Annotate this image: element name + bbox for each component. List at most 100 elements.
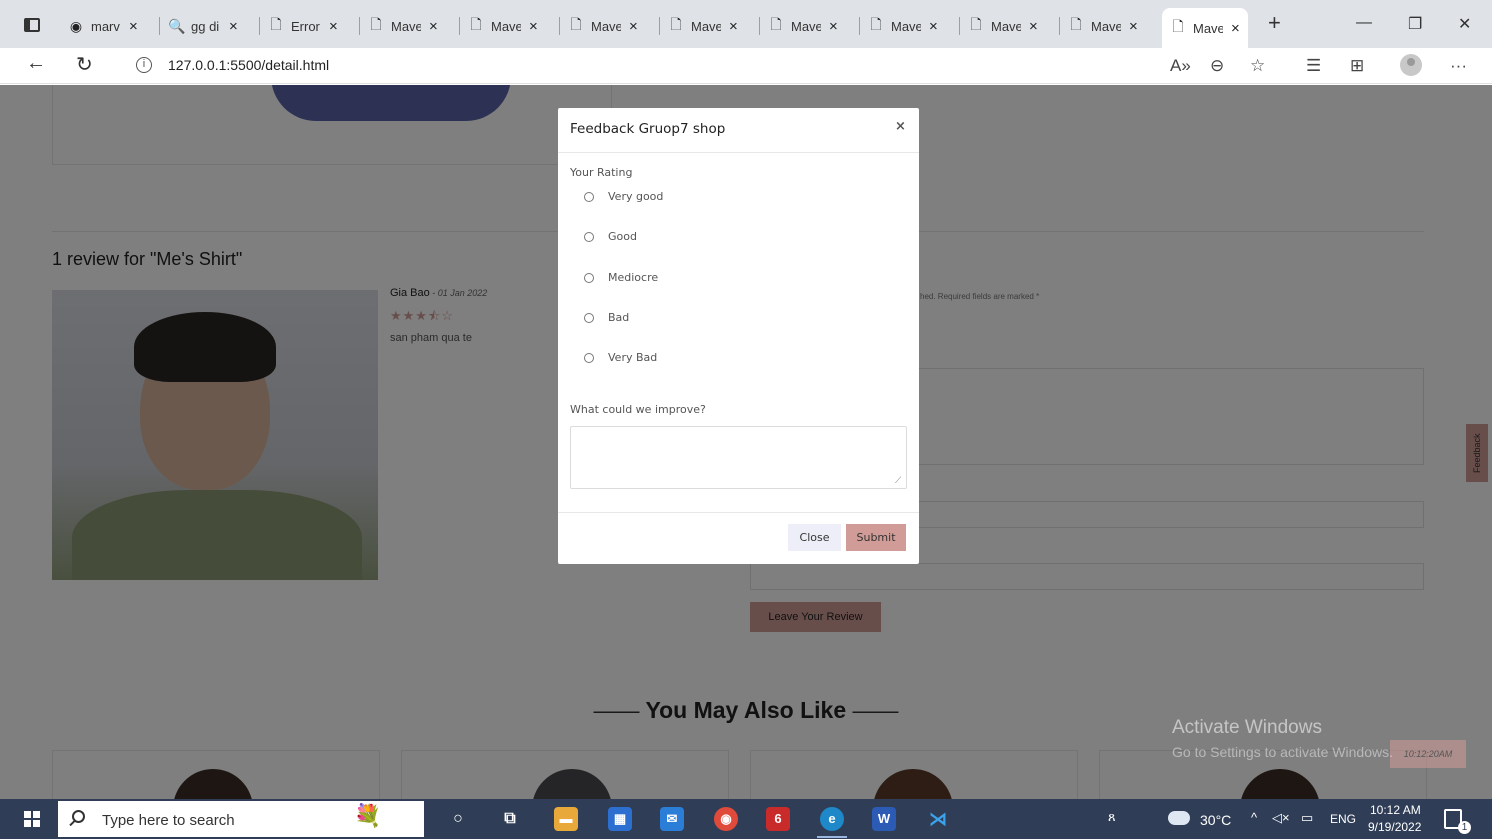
tab-close-icon[interactable]: × (229, 18, 238, 35)
rating-label: Your Rating (570, 166, 633, 179)
browser-tab[interactable]: 🗋 Mave × (659, 10, 746, 42)
rating-option-good[interactable]: Good (584, 230, 637, 243)
weather-temperature[interactable]: 30°C (1200, 812, 1231, 828)
improve-textarea[interactable] (570, 426, 907, 489)
tab-close-icon[interactable]: × (429, 18, 438, 35)
windows-start-icon[interactable] (24, 811, 40, 827)
tab-close-icon[interactable]: × (829, 18, 838, 35)
browser-tab[interactable]: 🗋 Mave × (1059, 10, 1146, 42)
tab-close-icon[interactable]: × (1231, 20, 1240, 37)
file-explorer-icon[interactable]: ▬ (554, 807, 578, 831)
browser-tab-bar: ◉ marv × 🔍 gg di × 🗋 Error × 🗋 Mave × 🗋 Mave × 🗋 Mave × 🗋 M… (0, 0, 1492, 48)
radio-button[interactable] (584, 191, 594, 202)
task-view-icon[interactable]: ⧉ (498, 807, 522, 831)
modal-close-icon[interactable]: × (895, 119, 906, 134)
taskbar-date[interactable]: 9/19/2022 (1368, 820, 1421, 834)
tab-close-icon[interactable]: × (629, 18, 638, 35)
tab-close-icon[interactable]: × (1129, 18, 1138, 35)
radio-button[interactable] (584, 312, 594, 323)
tab-separator (359, 17, 360, 35)
browser-tab[interactable]: 🗋 Mave × (759, 10, 846, 42)
cortana-icon[interactable]: ○ (446, 807, 470, 831)
more-menu-icon[interactable]: ··· (1450, 56, 1467, 76)
rating-option-bad[interactable]: Bad (584, 311, 629, 324)
battery-icon[interactable]: ▭ (1301, 810, 1313, 826)
tab-separator (859, 17, 860, 35)
tab-label: Mave (1193, 20, 1223, 36)
site-info-icon[interactable]: i (136, 57, 152, 73)
word-icon[interactable]: W (872, 807, 896, 831)
radio-label: Very Bad (608, 351, 658, 364)
rating-option-very-good[interactable]: Very good (584, 190, 663, 203)
favorites-list-icon[interactable]: ☰ (1306, 56, 1321, 76)
browser-tab[interactable]: 🔍 gg di × (159, 10, 246, 42)
favorite-star-icon[interactable]: ☆ (1250, 56, 1265, 76)
radio-button[interactable] (584, 352, 594, 363)
language-indicator[interactable]: ENG (1330, 812, 1356, 826)
tab-close-icon[interactable]: × (929, 18, 938, 35)
close-window-button[interactable]: ✕ (1458, 14, 1471, 34)
read-aloud-icon[interactable]: A» (1170, 56, 1191, 76)
rating-option-mediocre[interactable]: Mediocre (584, 271, 658, 284)
tab-separator (559, 17, 560, 35)
tab-close-icon[interactable]: × (329, 18, 338, 35)
tab-separator (1059, 17, 1060, 35)
zoom-icon[interactable]: ⊖ (1210, 56, 1224, 76)
radio-label: Very good (608, 190, 664, 203)
close-button[interactable]: Close (788, 524, 841, 551)
volume-muted-icon[interactable]: ◁× (1272, 810, 1290, 826)
mail-icon[interactable]: ✉ (660, 807, 684, 831)
taskbar-search-box[interactable]: Type here to search 💐 (58, 801, 424, 837)
show-hidden-icons-icon[interactable]: ^ (1251, 810, 1257, 825)
people-icon[interactable]: ጸ (1108, 809, 1116, 825)
activate-windows-title: Activate Windows (1172, 717, 1322, 738)
tab-actions-icon[interactable] (24, 18, 40, 32)
notification-count-badge: 1 (1458, 821, 1471, 834)
tab-separator (959, 17, 960, 35)
new-tab-button[interactable]: + (1268, 10, 1281, 36)
store-icon[interactable]: ▦ (608, 807, 632, 831)
address-bar-url[interactable]: 127.0.0.1:5500/detail.html (168, 57, 329, 73)
tab-close-icon[interactable]: × (529, 18, 538, 35)
browser-tab[interactable]: 🗋 Mave × (1162, 8, 1248, 48)
browser-tab[interactable]: 🗋 Error × (259, 10, 346, 42)
rating-option-very-bad[interactable]: Very Bad (584, 351, 657, 364)
taskbar-search-placeholder: Type here to search (102, 812, 235, 829)
tab-separator (259, 17, 260, 35)
back-arrow-icon[interactable]: ← (26, 52, 46, 75)
tab-close-icon[interactable]: × (729, 18, 738, 35)
radio-button[interactable] (584, 272, 594, 283)
tab-separator (159, 17, 160, 35)
page-icon: 🗋 (770, 16, 782, 32)
browser-tab[interactable]: ◉ marv × (60, 10, 146, 42)
weather-icon[interactable] (1168, 811, 1190, 825)
submit-button[interactable]: Submit (846, 524, 906, 551)
page-icon: 🗋 (970, 16, 982, 32)
active-app-indicator (817, 836, 847, 838)
restore-button[interactable]: ❐ (1408, 14, 1422, 34)
tab-label: Mave (491, 18, 521, 34)
garena-icon[interactable]: 6 (766, 807, 790, 831)
page-icon: 🗋 (270, 16, 282, 32)
taskbar-time[interactable]: 10:12 AM (1370, 803, 1421, 817)
browser-tab[interactable]: 🗋 Mave × (959, 10, 1046, 42)
chrome-icon[interactable]: ◉ (714, 807, 738, 831)
collections-icon[interactable]: ⊞ (1350, 56, 1364, 76)
refresh-icon[interactable]: ↻ (76, 52, 93, 77)
tab-separator (659, 17, 660, 35)
browser-tab[interactable]: 🗋 Mave × (359, 10, 446, 42)
vscode-icon[interactable]: ⋊ (926, 807, 950, 831)
minimize-button[interactable]: — (1356, 14, 1372, 32)
profile-avatar-icon[interactable] (1400, 54, 1422, 76)
edge-icon[interactable]: e (820, 807, 844, 831)
page-icon: 🗋 (470, 16, 482, 32)
radio-button[interactable] (584, 231, 594, 242)
browser-tab[interactable]: 🗋 Mave × (859, 10, 946, 42)
tab-label: marv (91, 18, 120, 34)
tab-close-icon[interactable]: × (1029, 18, 1038, 35)
browser-tab[interactable]: 🗋 Mave × (559, 10, 646, 42)
tab-label: gg di (191, 18, 220, 34)
browser-tab[interactable]: 🗋 Mave × (459, 10, 546, 42)
tab-close-icon[interactable]: × (129, 18, 138, 35)
tab-label: Mave (991, 18, 1021, 34)
